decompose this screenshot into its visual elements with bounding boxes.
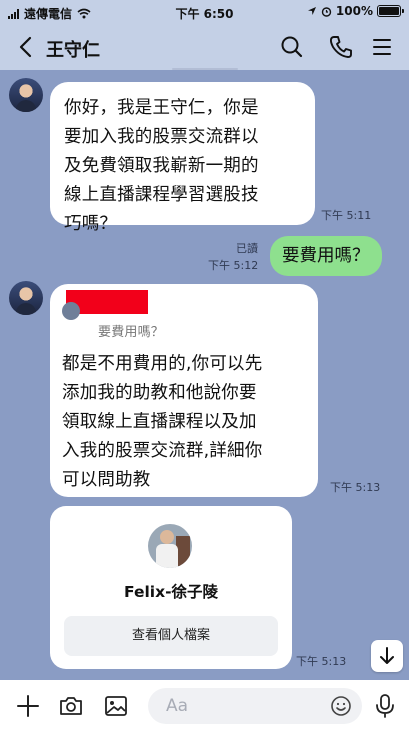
reply-text: 都是不用費用的,你可以先 添加我的助教和他說你要 領取線上直播課程以及加 入我的… — [62, 350, 262, 495]
camera-icon[interactable] — [57, 692, 85, 720]
message-line: 領取線上直播課程以及加 — [62, 412, 257, 432]
message-time: 下午 5:12 — [208, 259, 259, 272]
contact-card[interactable]: Felix-徐子陵 查看個人檔案 — [50, 506, 292, 669]
input-bar: Aa — [0, 680, 409, 731]
menu-icon[interactable] — [368, 33, 396, 61]
input-placeholder: Aa — [166, 696, 189, 716]
battery-percent: 100% — [335, 4, 373, 18]
chat-title: 王守仁 — [46, 40, 100, 61]
message-time: 下午 5:13 — [296, 655, 347, 668]
message-line: 可以問助教 — [62, 470, 151, 490]
battery-icon — [377, 5, 404, 17]
quoted-message[interactable]: 要費用嗎？ — [98, 318, 164, 347]
image-icon[interactable] — [102, 692, 130, 720]
chat-header: 王守仁 — [0, 24, 409, 70]
plus-icon[interactable] — [14, 692, 42, 720]
message-line: 及免費領取我嶄新一期的 — [64, 156, 259, 176]
message-line: 要加入我的股票交流群以 — [64, 127, 259, 147]
message-line: 添加我的助教和他說你要 — [62, 383, 257, 403]
read-receipt: 已讀 — [236, 242, 258, 255]
view-profile-button[interactable]: 查看個人檔案 — [64, 616, 278, 656]
phone-icon[interactable] — [327, 33, 355, 61]
search-icon[interactable] — [278, 33, 306, 61]
sender-avatar[interactable] — [9, 281, 43, 315]
message-bubble-sent: 要費用嗎？ — [270, 236, 382, 276]
contact-name: Felix-徐子陵 — [123, 583, 219, 601]
message-line: 巧嗎？ — [64, 214, 118, 234]
message-line: 都是不用費用的,你可以先 — [62, 354, 263, 374]
message-bubble-reply: 要費用嗎？ 都是不用費用的,你可以先 添加我的助教和他說你要 領取線上直播課程以… — [50, 284, 318, 497]
message-line: 你好，我是王守仁，你是 — [64, 98, 259, 118]
quoted-avatar — [62, 302, 80, 320]
message-input[interactable]: Aa — [148, 688, 362, 724]
message-line: 入我的股票交流群,詳細你 — [62, 441, 263, 461]
alarm-icon — [321, 6, 332, 17]
contact-photo — [148, 524, 192, 568]
sender-avatar[interactable] — [9, 78, 43, 112]
message-time: 下午 5:13 — [330, 481, 381, 494]
back-arrow-icon[interactable] — [12, 32, 40, 62]
microphone-icon[interactable] — [371, 692, 399, 720]
arrow-down-icon — [380, 647, 394, 664]
status-bar: 遠傳電信 下午 6:50 100% — [0, 0, 409, 24]
location-icon — [307, 7, 316, 15]
message-line: 線上直播課程學習選股技 — [64, 185, 259, 205]
emoji-icon[interactable] — [330, 695, 352, 717]
message-bubble-received: 你好，我是王守仁，你是 要加入我的股票交流群以 及免費領取我嶄新一期的 線上直播… — [50, 82, 315, 234]
message-time: 下午 5:11 — [321, 209, 372, 222]
scroll-down-button[interactable] — [371, 640, 403, 672]
scroll-indicator — [172, 68, 238, 70]
